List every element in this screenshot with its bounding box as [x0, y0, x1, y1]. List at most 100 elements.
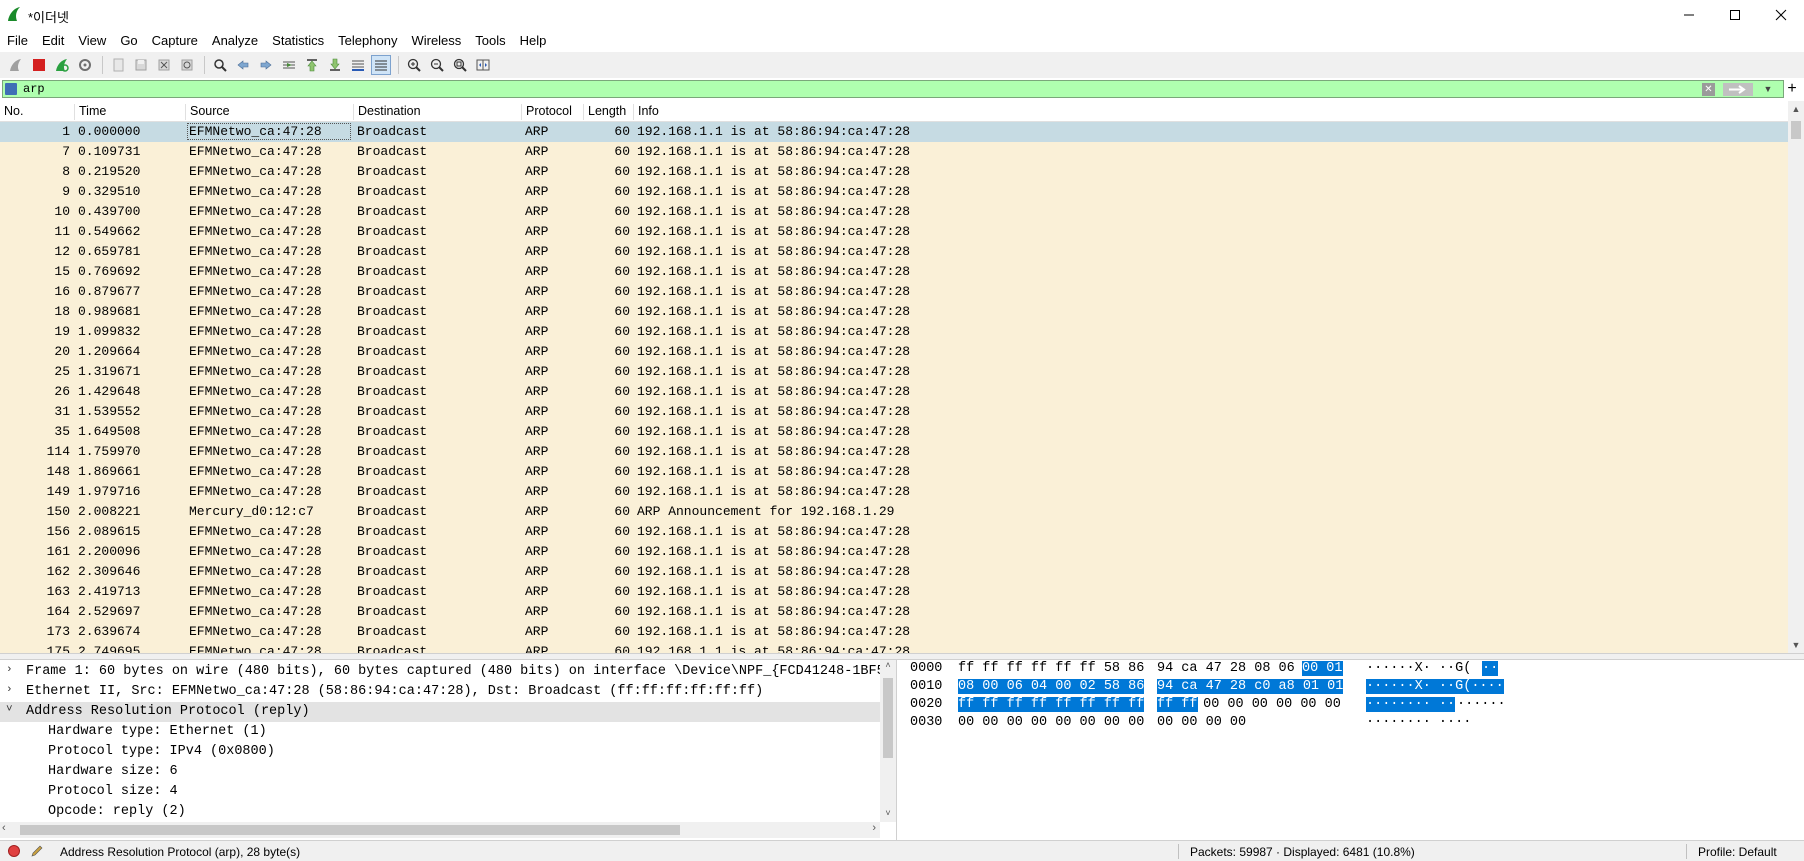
packet-row[interactable]: 156 2.089615 EFMNetwo_ca:47:28 Broadcast ARP… [0, 522, 1788, 542]
chevron-right-icon[interactable]: › [6, 664, 13, 676]
packet-row[interactable]: 150 2.008221 Mercury_d0:12:c7 Broadcast ARP 6… [0, 502, 1788, 522]
scrollbar-thumb[interactable] [1791, 121, 1801, 139]
chevron-down-icon[interactable]: ˅ [880, 808, 896, 822]
menu-capture[interactable]: Capture [145, 30, 205, 52]
zoom-reset-button[interactable] [450, 55, 470, 75]
packet-list-scrollbar[interactable]: ▲ ▼ [1788, 101, 1804, 653]
packet-row[interactable]: 173 2.639674 EFMNetwo_ca:47:28 Broadcast ARP… [0, 622, 1788, 642]
menu-view[interactable]: View [71, 30, 113, 52]
zoom-in-button[interactable] [404, 55, 424, 75]
pane-splitter[interactable] [0, 653, 1804, 660]
scrollbar-thumb[interactable] [883, 678, 893, 758]
menu-file[interactable]: File [0, 30, 35, 52]
maximize-button[interactable] [1712, 0, 1758, 30]
scroll-down-icon[interactable]: ▼ [1788, 637, 1804, 653]
packet-row[interactable]: 164 2.529697 EFMNetwo_ca:47:28 Broadcast ARP… [0, 602, 1788, 622]
go-back-button[interactable] [233, 55, 253, 75]
start-capture-button[interactable] [6, 55, 26, 75]
apply-filter-button[interactable] [1723, 83, 1753, 96]
packet-row[interactable]: 7 0.109731 EFMNetwo_ca:47:28 Broadcast ARP 60… [0, 142, 1788, 162]
packet-row[interactable]: 25 1.319671 EFMNetwo_ca:47:28 Broadcast ARP 6… [0, 362, 1788, 382]
column-header-protocol[interactable]: Protocol [521, 104, 583, 120]
column-header-time[interactable]: Time [74, 104, 188, 120]
packet-row[interactable]: 15 0.769692 EFMNetwo_ca:47:28 Broadcast ARP 6… [0, 262, 1788, 282]
packet-row[interactable]: 20 1.209664 EFMNetwo_ca:47:28 Broadcast ARP 6… [0, 342, 1788, 362]
stop-capture-button[interactable] [29, 55, 49, 75]
packet-row[interactable]: 163 2.419713 EFMNetwo_ca:47:28 Broadcast ARP… [0, 582, 1788, 602]
open-file-button[interactable] [108, 55, 128, 75]
packet-row[interactable]: 9 0.329510 EFMNetwo_ca:47:28 Broadcast ARP 60… [0, 182, 1788, 202]
packet-row[interactable]: 114 1.759970 EFMNetwo_ca:47:28 Broadcast ARP… [0, 442, 1788, 462]
details-tree-item[interactable]: › Ethernet II, Src: EFMNetwo_ca:47:28 (58… [0, 682, 880, 702]
restart-capture-button[interactable] [52, 55, 72, 75]
packet-row[interactable]: 162 2.309646 EFMNetwo_ca:47:28 Broadcast ARP… [0, 562, 1788, 582]
close-button[interactable] [1758, 0, 1804, 30]
chevron-left-icon[interactable]: ‹ [2, 822, 6, 834]
details-tree-item[interactable]: › Frame 1: 60 bytes on wire (480 bits), 6… [0, 662, 893, 682]
minimize-button[interactable] [1666, 0, 1712, 30]
packet-row[interactable]: 10 0.439700 EFMNetwo_ca:47:28 Broadcast ARP 6… [0, 202, 1788, 222]
packet-row[interactable]: 19 1.099832 EFMNetwo_ca:47:28 Broadcast ARP 6… [0, 322, 1788, 342]
reload-file-button[interactable] [177, 55, 197, 75]
packet-row[interactable]: 11 0.549662 EFMNetwo_ca:47:28 Broadcast ARP 6… [0, 222, 1788, 242]
column-header-length[interactable]: Length [583, 104, 633, 120]
chevron-up-icon[interactable]: ˄ [880, 660, 896, 674]
display-filter-input[interactable] [23, 81, 1703, 97]
go-forward-button[interactable] [256, 55, 276, 75]
column-header-info[interactable]: Info [633, 104, 1783, 120]
menu-tools[interactable]: Tools [468, 30, 512, 52]
resize-columns-button[interactable] [473, 55, 493, 75]
clear-filter-icon[interactable]: ✕ [1702, 83, 1715, 96]
bookmark-icon[interactable] [5, 83, 17, 95]
capture-options-button[interactable] [75, 55, 95, 75]
packet-row[interactable]: 148 1.869661 EFMNetwo_ca:47:28 Broadcast ARP… [0, 462, 1788, 482]
menu-analyze[interactable]: Analyze [205, 30, 265, 52]
close-file-button[interactable] [154, 55, 174, 75]
chevron-right-icon[interactable]: › [6, 684, 13, 696]
expert-info-icon[interactable] [8, 845, 20, 857]
column-header-source[interactable]: Source [185, 104, 353, 120]
packet-row[interactable]: 1 0.000000 EFMNetwo_ca:47:28 Broadcast ARP 60… [0, 122, 1788, 142]
packet-row[interactable]: 31 1.539552 EFMNetwo_ca:47:28 Broadcast ARP 6… [0, 402, 1788, 422]
chevron-down-icon[interactable]: ˅ [6, 704, 13, 716]
save-file-button[interactable] [131, 55, 151, 75]
scrollbar-thumb[interactable] [20, 825, 680, 835]
chevron-down-icon[interactable]: ▼ [1761, 83, 1775, 96]
details-tree-item[interactable]: Hardware type: Ethernet (1) [0, 722, 880, 742]
menu-help[interactable]: Help [513, 30, 554, 52]
autoscroll-button[interactable] [348, 55, 368, 75]
packet-row[interactable]: 161 2.200096 EFMNetwo_ca:47:28 Broadcast ARP… [0, 542, 1788, 562]
packet-row[interactable]: 16 0.879677 EFMNetwo_ca:47:28 Broadcast ARP 6… [0, 282, 1788, 302]
details-tree-item[interactable]: Protocol type: IPv4 (0x0800) [0, 742, 880, 762]
add-filter-button-icon[interactable]: + [1784, 79, 1800, 99]
packet-row[interactable]: 18 0.989681 EFMNetwo_ca:47:28 Broadcast ARP 6… [0, 302, 1788, 322]
packet-row[interactable]: 26 1.429648 EFMNetwo_ca:47:28 Broadcast ARP 6… [0, 382, 1788, 402]
packet-row[interactable]: 175 2.749695 EFMNetwo_ca:47:28 Broadcast ARP… [0, 642, 1788, 653]
find-packet-button[interactable] [210, 55, 230, 75]
scroll-up-icon[interactable]: ▲ [1788, 101, 1804, 117]
menu-statistics[interactable]: Statistics [265, 30, 331, 52]
colorize-button[interactable] [371, 55, 391, 75]
details-tree-item[interactable]: Hardware size: 6 [0, 762, 880, 782]
menu-edit[interactable]: Edit [35, 30, 71, 52]
menu-wireless[interactable]: Wireless [404, 30, 468, 52]
details-tree-item[interactable]: ˅ Address Resolution Protocol (reply) [0, 702, 880, 722]
go-to-packet-button[interactable] [279, 55, 299, 75]
details-horizontal-scrollbar[interactable]: ‹ › [0, 822, 880, 838]
packet-row[interactable]: 35 1.649508 EFMNetwo_ca:47:28 Broadcast ARP 6… [0, 422, 1788, 442]
packet-row[interactable]: 149 1.979716 EFMNetwo_ca:47:28 Broadcast ARP… [0, 482, 1788, 502]
go-last-packet-button[interactable] [325, 55, 345, 75]
details-tree-item[interactable]: Protocol size: 4 [0, 782, 880, 802]
packet-row[interactable]: 8 0.219520 EFMNetwo_ca:47:28 Broadcast ARP 60… [0, 162, 1788, 182]
column-header-no[interactable]: No. [0, 104, 78, 120]
go-first-packet-button[interactable] [302, 55, 322, 75]
column-header-destination[interactable]: Destination [353, 104, 521, 120]
status-profile[interactable]: Profile: Default [1698, 845, 1777, 859]
details-tree-item[interactable]: Opcode: reply (2) [0, 802, 880, 822]
chevron-right-icon[interactable]: › [872, 822, 876, 834]
menu-telephony[interactable]: Telephony [331, 30, 404, 52]
menu-go[interactable]: Go [113, 30, 144, 52]
details-vertical-scrollbar[interactable]: ˄ ˅ [880, 660, 896, 822]
edit-comment-icon[interactable] [30, 844, 44, 858]
packet-row[interactable]: 12 0.659781 EFMNetwo_ca:47:28 Broadcast ARP 6… [0, 242, 1788, 262]
